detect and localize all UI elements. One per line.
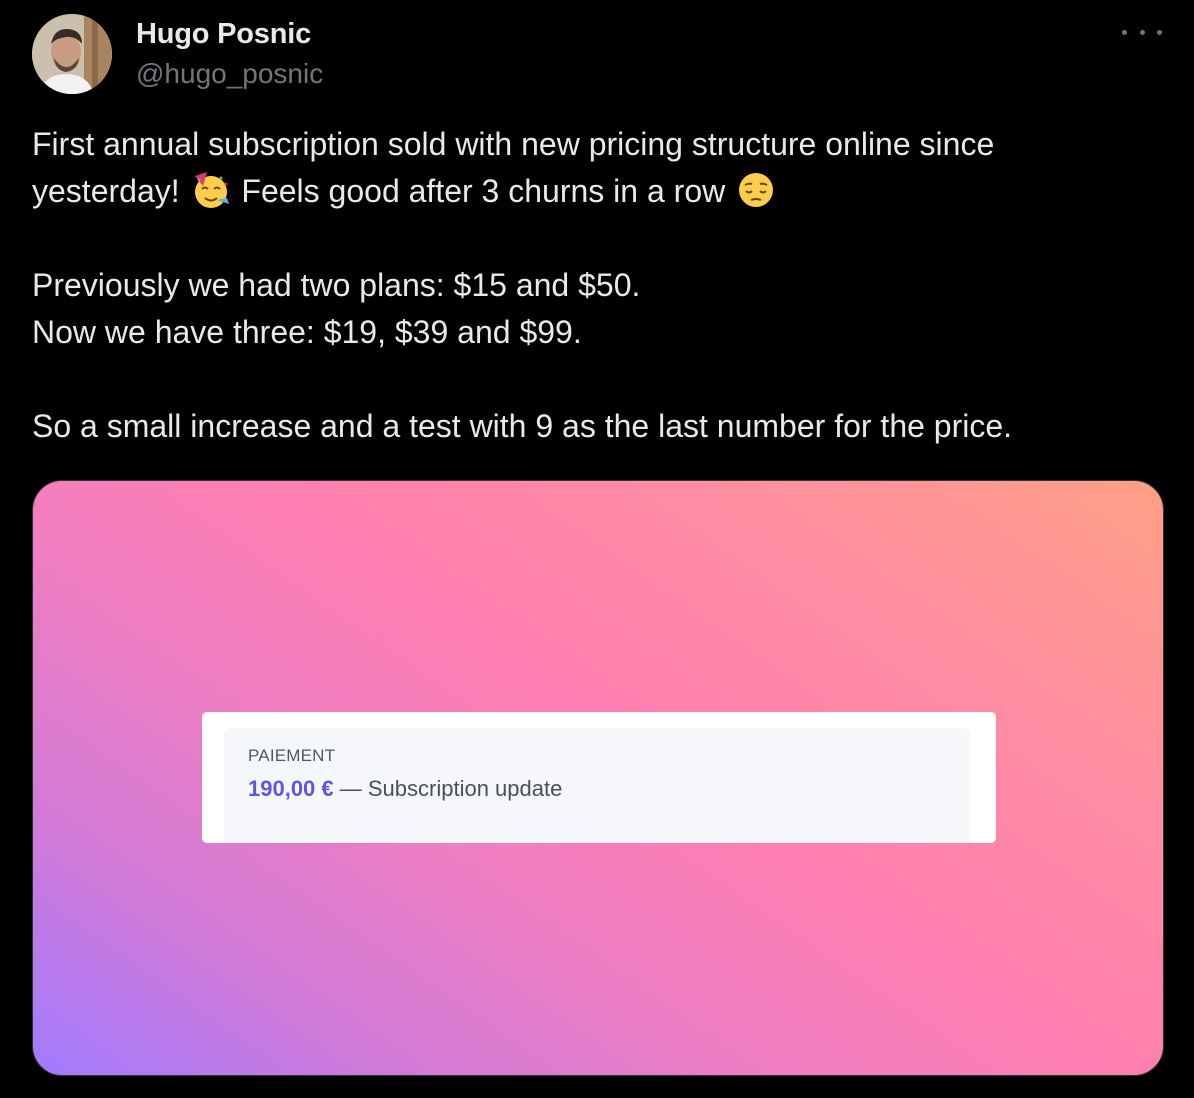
tweet-line-2: Previously we had two plans: $15 and $50… [32, 267, 641, 303]
tweet-media-image[interactable]: PAIEMENT 190,00 € — Subscription update [32, 480, 1164, 1076]
more-dot [1122, 29, 1127, 35]
payment-description: Subscription update [367, 776, 563, 801]
pensive-face-emoji-icon [739, 173, 774, 207]
tweet-paragraph-2: Previously we had two plans: $15 and $50… [32, 262, 1162, 356]
display-name[interactable]: Hugo Posnic [136, 16, 323, 52]
more-horizontal-icon[interactable] [1122, 20, 1162, 44]
partying-face-emoji-icon [194, 172, 229, 208]
avatar-image [32, 14, 112, 94]
tweet-paragraph-3: So a small increase and a test with 9 as… [32, 403, 1162, 450]
tweet[interactable]: Hugo Posnic @hugo_posnic First annual su… [0, 0, 1194, 1098]
payment-card-inner: PAIEMENT 190,00 € — Subscription update [224, 728, 970, 843]
payment-line: 190,00 € — Subscription update [248, 776, 562, 802]
tweet-line-3: Now we have three: $19, $39 and $99. [32, 314, 582, 350]
tweet-text: First annual subscription sold with new … [32, 121, 1162, 450]
payment-amount: 190,00 € [248, 776, 334, 801]
more-dot [1157, 29, 1162, 35]
tweet-line-1b-middle: Feels good after 3 churns in a row [241, 173, 726, 209]
user-handle[interactable]: @hugo_posnic [136, 56, 323, 92]
tweet-line-1a: First annual subscription sold with new … [32, 126, 995, 162]
payment-card: PAIEMENT 190,00 € — Subscription update [202, 712, 996, 843]
payment-separator: — [333, 776, 368, 801]
payment-label: PAIEMENT [248, 746, 336, 765]
author-names: Hugo Posnic @hugo_posnic [136, 16, 323, 92]
tweet-line-4: So a small increase and a test with 9 as… [32, 408, 1013, 444]
more-dot [1139, 29, 1145, 35]
avatar[interactable] [32, 14, 112, 94]
tweet-line-1b-start: yesterday! [32, 173, 180, 209]
tweet-paragraph-1: First annual subscription sold with new … [32, 121, 1162, 215]
tweet-header: Hugo Posnic @hugo_posnic [32, 14, 1162, 94]
